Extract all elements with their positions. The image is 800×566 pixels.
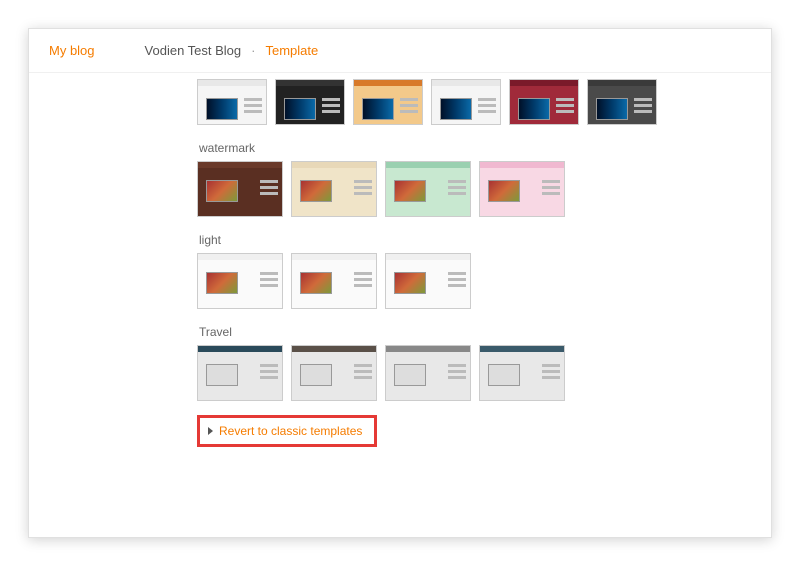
thumb-body: [386, 352, 470, 400]
template-thumbnail[interactable]: [197, 161, 283, 217]
thumb-body: [354, 86, 422, 124]
thumb-sidebar-lines: [322, 98, 340, 116]
thumb-body: [510, 86, 578, 124]
thumb-preview-image: [206, 180, 238, 202]
breadcrumb-separator: ·: [251, 43, 255, 58]
thumb-sidebar-lines: [260, 272, 278, 290]
template-row-travel: [197, 345, 771, 401]
category-title-watermark: watermark: [199, 141, 771, 155]
thumb-preview-image: [488, 364, 520, 386]
thumb-body: [386, 260, 470, 308]
thumb-body: [292, 352, 376, 400]
thumb-preview-image: [394, 180, 426, 202]
thumb-sidebar-lines: [354, 272, 372, 290]
thumb-sidebar-lines: [448, 364, 466, 382]
thumb-preview-image: [596, 98, 628, 120]
template-thumbnail[interactable]: [197, 253, 283, 309]
template-row-light: [197, 253, 771, 309]
thumb-body: [198, 86, 266, 124]
thumb-preview-image: [284, 98, 316, 120]
thumb-preview-image: [300, 272, 332, 294]
category-title-light: light: [199, 233, 771, 247]
template-thumbnail[interactable]: [479, 161, 565, 217]
revert-label: Revert to classic templates: [219, 424, 362, 438]
template-thumbnail[interactable]: [587, 79, 657, 125]
thumb-sidebar-lines: [244, 98, 262, 116]
template-thumbnail[interactable]: [291, 345, 377, 401]
revert-highlight-box: Revert to classic templates: [197, 415, 377, 447]
thumb-sidebar-lines: [542, 180, 560, 198]
thumb-body: [480, 352, 564, 400]
header-bar: My blog Vodien Test Blog · Template: [29, 29, 771, 73]
thumb-body: [292, 260, 376, 308]
thumb-preview-image: [206, 272, 238, 294]
thumb-sidebar-lines: [400, 98, 418, 116]
thumb-preview-image: [488, 180, 520, 202]
template-thumbnail[interactable]: [275, 79, 345, 125]
thumb-preview-image: [206, 364, 238, 386]
template-thumbnail[interactable]: [353, 79, 423, 125]
thumb-preview-image: [518, 98, 550, 120]
thumb-sidebar-lines: [478, 98, 496, 116]
thumb-preview-image: [362, 98, 394, 120]
thumb-body: [198, 168, 282, 216]
thumb-sidebar-lines: [354, 364, 372, 382]
thumb-body: [276, 86, 344, 124]
thumb-body: [198, 352, 282, 400]
thumb-sidebar-lines: [354, 180, 372, 198]
thumb-sidebar-lines: [260, 364, 278, 382]
page-title: Template: [266, 43, 319, 58]
template-thumbnail[interactable]: [385, 253, 471, 309]
template-thumbnail[interactable]: [197, 345, 283, 401]
thumb-sidebar-lines: [448, 180, 466, 198]
category-title-travel: Travel: [199, 325, 771, 339]
thumb-sidebar-lines: [542, 364, 560, 382]
thumb-preview-image: [300, 364, 332, 386]
template-row-row1: [197, 79, 771, 125]
blog-name: Vodien Test Blog: [145, 43, 242, 58]
thumb-body: [432, 86, 500, 124]
expand-icon: [208, 427, 213, 435]
thumb-preview-image: [440, 98, 472, 120]
thumb-preview-image: [206, 98, 238, 120]
template-gallery: watermark light Travel Revert to classic t…: [29, 79, 771, 461]
my-blog-link[interactable]: My blog: [49, 43, 95, 58]
thumb-preview-image: [394, 272, 426, 294]
thumb-preview-image: [300, 180, 332, 202]
template-row-watermark: [197, 161, 771, 217]
thumb-body: [588, 86, 656, 124]
main-panel: My blog Vodien Test Blog · Template wate…: [28, 28, 772, 538]
thumb-preview-image: [394, 364, 426, 386]
template-thumbnail[interactable]: [431, 79, 501, 125]
thumb-body: [386, 168, 470, 216]
template-thumbnail[interactable]: [291, 253, 377, 309]
thumb-sidebar-lines: [634, 98, 652, 116]
template-thumbnail[interactable]: [197, 79, 267, 125]
revert-to-classic-link[interactable]: Revert to classic templates: [208, 424, 362, 438]
thumb-body: [198, 260, 282, 308]
template-thumbnail[interactable]: [509, 79, 579, 125]
template-thumbnail[interactable]: [291, 161, 377, 217]
thumb-body: [480, 168, 564, 216]
thumb-sidebar-lines: [556, 98, 574, 116]
template-thumbnail[interactable]: [385, 161, 471, 217]
thumb-sidebar-lines: [260, 180, 278, 198]
thumb-body: [292, 168, 376, 216]
thumb-sidebar-lines: [448, 272, 466, 290]
template-thumbnail[interactable]: [385, 345, 471, 401]
template-thumbnail[interactable]: [479, 345, 565, 401]
